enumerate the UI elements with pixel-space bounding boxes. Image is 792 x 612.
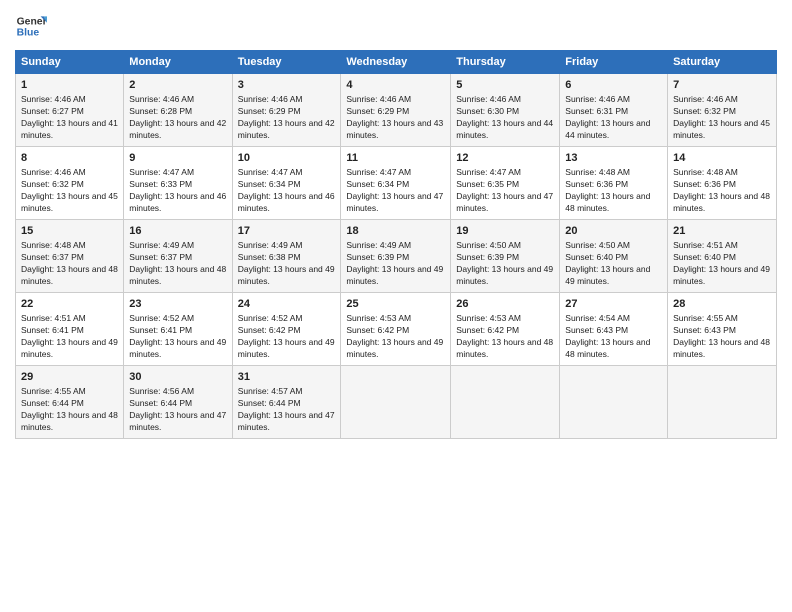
day-number: 20 [565,224,662,239]
day-number: 30 [129,370,226,385]
calendar-week-row: 8Sunrise: 4:46 AMSunset: 6:32 PMDaylight… [16,146,777,219]
calendar-cell: 2Sunrise: 4:46 AMSunset: 6:28 PMDaylight… [124,74,232,147]
calendar-cell: 22Sunrise: 4:51 AMSunset: 6:41 PMDayligh… [16,292,124,365]
calendar-week-row: 22Sunrise: 4:51 AMSunset: 6:41 PMDayligh… [16,292,777,365]
calendar-cell: 15Sunrise: 4:48 AMSunset: 6:37 PMDayligh… [16,219,124,292]
calendar-cell: 29Sunrise: 4:55 AMSunset: 6:44 PMDayligh… [16,365,124,438]
calendar-cell [341,365,451,438]
calendar-cell: 7Sunrise: 4:46 AMSunset: 6:32 PMDaylight… [668,74,777,147]
day-number: 9 [129,151,226,166]
calendar-week-row: 15Sunrise: 4:48 AMSunset: 6:37 PMDayligh… [16,219,777,292]
header-cell-thursday: Thursday [451,51,560,74]
day-number: 2 [129,78,226,93]
day-number: 31 [238,370,336,385]
day-number: 17 [238,224,336,239]
header: General Blue [15,10,777,42]
svg-text:Blue: Blue [17,28,40,39]
calendar-cell: 11Sunrise: 4:47 AMSunset: 6:34 PMDayligh… [341,146,451,219]
day-number: 7 [673,78,771,93]
calendar-cell: 12Sunrise: 4:47 AMSunset: 6:35 PMDayligh… [451,146,560,219]
day-number: 12 [456,151,554,166]
day-number: 16 [129,224,226,239]
calendar-week-row: 29Sunrise: 4:55 AMSunset: 6:44 PMDayligh… [16,365,777,438]
page: General Blue SundayMondayTuesdayWednesda… [0,0,792,612]
calendar-cell: 28Sunrise: 4:55 AMSunset: 6:43 PMDayligh… [668,292,777,365]
calendar-cell [668,365,777,438]
day-number: 11 [346,151,445,166]
calendar-cell: 3Sunrise: 4:46 AMSunset: 6:29 PMDaylight… [232,74,341,147]
day-number: 28 [673,297,771,312]
day-number: 5 [456,78,554,93]
calendar-cell: 19Sunrise: 4:50 AMSunset: 6:39 PMDayligh… [451,219,560,292]
day-number: 24 [238,297,336,312]
day-number: 26 [456,297,554,312]
calendar-cell: 6Sunrise: 4:46 AMSunset: 6:31 PMDaylight… [560,74,668,147]
day-number: 6 [565,78,662,93]
calendar-header-row: SundayMondayTuesdayWednesdayThursdayFrid… [16,51,777,74]
day-number: 18 [346,224,445,239]
calendar-cell: 10Sunrise: 4:47 AMSunset: 6:34 PMDayligh… [232,146,341,219]
day-number: 29 [21,370,118,385]
day-number: 21 [673,224,771,239]
calendar-cell: 23Sunrise: 4:52 AMSunset: 6:41 PMDayligh… [124,292,232,365]
header-cell-monday: Monday [124,51,232,74]
header-cell-tuesday: Tuesday [232,51,341,74]
logo: General Blue [15,10,47,42]
calendar-cell: 13Sunrise: 4:48 AMSunset: 6:36 PMDayligh… [560,146,668,219]
calendar-cell: 20Sunrise: 4:50 AMSunset: 6:40 PMDayligh… [560,219,668,292]
day-number: 1 [21,78,118,93]
calendar-cell: 14Sunrise: 4:48 AMSunset: 6:36 PMDayligh… [668,146,777,219]
calendar-cell: 24Sunrise: 4:52 AMSunset: 6:42 PMDayligh… [232,292,341,365]
calendar-cell: 16Sunrise: 4:49 AMSunset: 6:37 PMDayligh… [124,219,232,292]
calendar-cell: 31Sunrise: 4:57 AMSunset: 6:44 PMDayligh… [232,365,341,438]
calendar-cell: 8Sunrise: 4:46 AMSunset: 6:32 PMDaylight… [16,146,124,219]
logo-icon: General Blue [15,10,47,42]
day-number: 19 [456,224,554,239]
day-number: 15 [21,224,118,239]
calendar-cell: 4Sunrise: 4:46 AMSunset: 6:29 PMDaylight… [341,74,451,147]
calendar-cell: 26Sunrise: 4:53 AMSunset: 6:42 PMDayligh… [451,292,560,365]
header-cell-friday: Friday [560,51,668,74]
calendar-cell: 18Sunrise: 4:49 AMSunset: 6:39 PMDayligh… [341,219,451,292]
header-cell-sunday: Sunday [16,51,124,74]
calendar-week-row: 1Sunrise: 4:46 AMSunset: 6:27 PMDaylight… [16,74,777,147]
calendar-cell: 30Sunrise: 4:56 AMSunset: 6:44 PMDayligh… [124,365,232,438]
header-cell-saturday: Saturday [668,51,777,74]
header-cell-wednesday: Wednesday [341,51,451,74]
calendar-cell: 9Sunrise: 4:47 AMSunset: 6:33 PMDaylight… [124,146,232,219]
day-number: 23 [129,297,226,312]
calendar-cell: 17Sunrise: 4:49 AMSunset: 6:38 PMDayligh… [232,219,341,292]
calendar-cell [560,365,668,438]
calendar-table: SundayMondayTuesdayWednesdayThursdayFrid… [15,50,777,439]
calendar-cell: 27Sunrise: 4:54 AMSunset: 6:43 PMDayligh… [560,292,668,365]
calendar-cell: 25Sunrise: 4:53 AMSunset: 6:42 PMDayligh… [341,292,451,365]
day-number: 14 [673,151,771,166]
day-number: 3 [238,78,336,93]
calendar-body: 1Sunrise: 4:46 AMSunset: 6:27 PMDaylight… [16,74,777,439]
day-number: 4 [346,78,445,93]
calendar-cell: 5Sunrise: 4:46 AMSunset: 6:30 PMDaylight… [451,74,560,147]
day-number: 13 [565,151,662,166]
calendar-cell: 21Sunrise: 4:51 AMSunset: 6:40 PMDayligh… [668,219,777,292]
calendar-cell [451,365,560,438]
day-number: 25 [346,297,445,312]
day-number: 27 [565,297,662,312]
day-number: 10 [238,151,336,166]
calendar-cell: 1Sunrise: 4:46 AMSunset: 6:27 PMDaylight… [16,74,124,147]
day-number: 8 [21,151,118,166]
day-number: 22 [21,297,118,312]
